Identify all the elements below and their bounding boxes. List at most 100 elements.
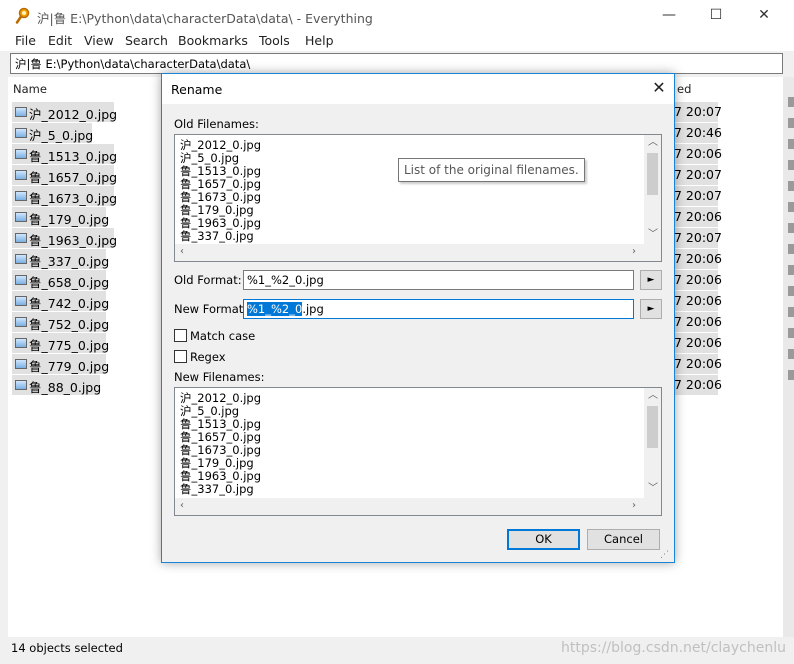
edge-marker — [788, 244, 794, 254]
menu-search[interactable]: Search — [125, 33, 168, 48]
edge-marker — [788, 139, 794, 149]
magnifier-app-icon — [15, 7, 30, 24]
old-filenames-tooltip: List of the original filenames. — [398, 158, 585, 182]
file-name: 鲁_88_0.jpg — [29, 380, 102, 395]
image-file-icon — [15, 149, 27, 159]
edge-marker — [788, 265, 794, 275]
maximize-button[interactable]: ☐ — [701, 4, 731, 28]
file-name: 鲁_752_0.jpg — [29, 317, 110, 332]
status-bar: 14 objects selected https://blog.csdn.ne… — [0, 637, 794, 664]
edge-marker — [788, 349, 794, 359]
regex-checkbox[interactable] — [174, 350, 187, 363]
image-file-icon — [15, 233, 27, 243]
scroll-right-icon[interactable]: › — [632, 501, 636, 511]
resize-grip-icon[interactable]: ⋰ — [660, 550, 672, 562]
image-file-icon — [15, 275, 27, 285]
file-name: 沪_5_0.jpg — [29, 128, 94, 143]
file-name: 鲁_1963_0.jpg — [29, 233, 118, 248]
menu-bookmarks[interactable]: Bookmarks — [178, 33, 248, 48]
image-file-icon — [15, 212, 27, 222]
old-format-input[interactable]: %1_%2_0.jpg — [243, 270, 634, 290]
image-file-icon — [15, 170, 27, 180]
scroll-up-icon[interactable]: ︿ — [648, 391, 658, 401]
file-name: 鲁_1657_0.jpg — [29, 170, 118, 185]
selected-text: %1_%2_0 — [247, 302, 303, 316]
match-case-label[interactable]: Match case — [190, 329, 255, 343]
old-filenames-list[interactable]: 沪_2012_0.jpg 沪_5_0.jpg 鲁_1513_0.jpg 鲁_16… — [174, 134, 662, 262]
file-name: 鲁_658_0.jpg — [29, 275, 110, 290]
edge-marker — [788, 202, 794, 212]
watermark: https://blog.csdn.net/claychenlu — [560, 640, 786, 656]
new-format-arrow-button[interactable]: ► — [640, 299, 662, 319]
edge-marker — [788, 307, 794, 317]
cancel-button[interactable]: Cancel — [587, 529, 660, 550]
dialog-close-button[interactable]: ✕ — [648, 78, 670, 100]
horizontal-scrollbar[interactable]: ‹ › — [175, 244, 661, 261]
regex-label[interactable]: Regex — [190, 350, 226, 364]
new-format-input[interactable]: %1_%2_0.jpg — [243, 299, 634, 319]
minimize-button[interactable]: — — [654, 4, 684, 28]
menu-help[interactable]: Help — [305, 33, 334, 48]
new-filenames-label: New Filenames: — [174, 370, 265, 384]
scroll-down-icon[interactable]: ﹀ — [648, 230, 658, 240]
column-header-name[interactable]: Name — [13, 82, 47, 96]
menu-view[interactable]: View — [84, 33, 114, 48]
image-file-icon — [15, 128, 27, 138]
edge-marker — [788, 286, 794, 296]
old-format-label: Old Format: — [174, 273, 242, 287]
edge-marker — [788, 118, 794, 128]
dialog-title: Rename — [171, 82, 223, 97]
image-file-icon — [15, 380, 27, 390]
selection-count: 14 objects selected — [11, 641, 123, 655]
ok-button[interactable]: OK — [507, 529, 580, 550]
vertical-scrollbar[interactable]: ︿ ﹀ — [644, 135, 661, 244]
horizontal-scrollbar[interactable]: ‹ › — [175, 498, 661, 515]
scroll-up-icon[interactable]: ︿ — [648, 138, 658, 148]
list-item: 鲁_337_0.jpg — [180, 229, 254, 243]
rename-dialog: Rename ✕ Old Filenames: 沪_2012_0.jpg 沪_5… — [161, 73, 675, 563]
close-button[interactable]: ✕ — [749, 4, 779, 28]
match-case-checkbox[interactable] — [174, 329, 187, 342]
menu-tools[interactable]: Tools — [259, 33, 290, 48]
file-name: 鲁_775_0.jpg — [29, 338, 110, 353]
edge-marker — [788, 328, 794, 338]
column-header-date-modified[interactable]: ed — [677, 82, 691, 96]
edge-marker — [788, 223, 794, 233]
file-name: 鲁_179_0.jpg — [29, 212, 110, 227]
old-filenames-label: Old Filenames: — [174, 117, 259, 131]
scroll-left-icon[interactable]: ‹ — [180, 501, 184, 511]
old-format-arrow-button[interactable]: ► — [640, 270, 662, 290]
image-file-icon — [15, 338, 27, 348]
image-file-icon — [15, 107, 27, 117]
image-file-icon — [15, 191, 27, 201]
scroll-thumb[interactable] — [647, 153, 658, 195]
title-bar: 沪|鲁 E:\Python\data\characterData\data\ -… — [0, 0, 794, 31]
menu-bar: File Edit View Search Bookmarks Tools He… — [0, 31, 794, 51]
edge-marker — [788, 97, 794, 107]
scroll-left-icon[interactable]: ‹ — [180, 247, 184, 257]
scroll-right-icon[interactable]: › — [632, 247, 636, 257]
file-name: 鲁_742_0.jpg — [29, 296, 110, 311]
menu-edit[interactable]: Edit — [48, 33, 72, 48]
edge-marker — [788, 181, 794, 191]
scroll-thumb[interactable] — [647, 406, 658, 448]
file-name: 鲁_779_0.jpg — [29, 359, 110, 374]
image-file-icon — [15, 296, 27, 306]
image-file-icon — [15, 317, 27, 327]
new-filenames-list[interactable]: 沪_2012_0.jpg 沪_5_0.jpg 鲁_1513_0.jpg 鲁_16… — [174, 387, 662, 516]
new-format-label: New Format: — [174, 302, 248, 316]
image-file-icon — [15, 254, 27, 264]
vertical-scrollbar[interactable]: ︿ ﹀ — [644, 388, 661, 498]
scroll-down-icon[interactable]: ﹀ — [648, 484, 658, 494]
dialog-title-bar: Rename ✕ — [162, 74, 674, 104]
unselected-text: .jpg — [302, 302, 324, 316]
search-input[interactable]: 沪|鲁 E:\Python\data\characterData\data\ — [10, 53, 783, 74]
file-name: 鲁_1513_0.jpg — [29, 149, 118, 164]
image-file-icon — [15, 359, 27, 369]
file-name: 鲁_337_0.jpg — [29, 254, 110, 269]
edge-marker — [788, 370, 794, 380]
window-title: 沪|鲁 E:\Python\data\characterData\data\ -… — [37, 11, 373, 26]
file-name: 沪_2012_0.jpg — [29, 107, 118, 122]
menu-file[interactable]: File — [15, 33, 36, 48]
list-item: 鲁_337_0.jpg — [180, 482, 254, 496]
